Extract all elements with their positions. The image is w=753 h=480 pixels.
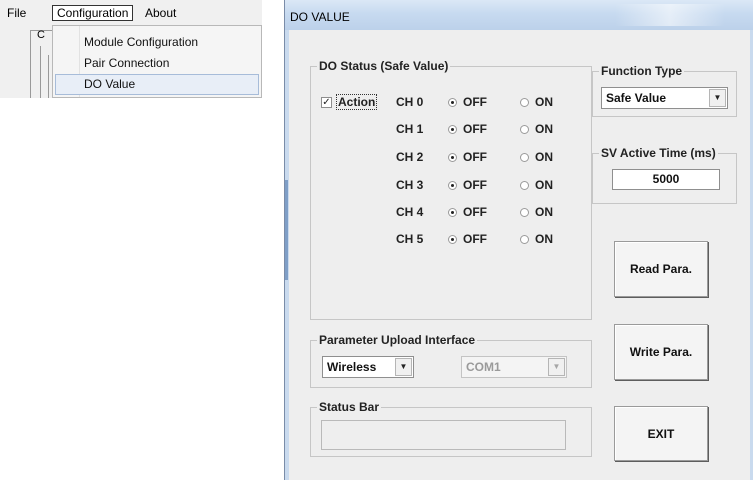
menu-file[interactable]: File — [4, 5, 29, 21]
channel-label: CH 1 — [396, 122, 424, 136]
menu-item-pair-connection[interactable]: Pair Connection — [55, 53, 259, 74]
checkbox-check-icon: ✓ — [321, 96, 332, 108]
read-para-button[interactable]: Read Para. — [614, 241, 708, 297]
radio-selected-icon — [448, 180, 457, 190]
radio-unselected-icon — [520, 152, 529, 162]
radio-unselected-icon — [520, 234, 529, 244]
function-type-select[interactable]: Safe Value ▼ — [601, 87, 728, 109]
ch2-on-radio[interactable]: ON — [520, 150, 553, 164]
write-para-button[interactable]: Write Para. — [614, 324, 708, 380]
action-checkbox[interactable]: ✓ Action — [321, 94, 378, 110]
menu-item-module-configuration[interactable]: Module Configuration — [55, 32, 259, 53]
dialog-title: DO VALUE — [290, 10, 350, 24]
title-bar-glare — [615, 4, 725, 26]
channel-label: CH 2 — [396, 150, 424, 164]
radio-unselected-icon — [520, 207, 529, 217]
ch4-off-radio[interactable]: OFF — [448, 205, 487, 219]
do-value-dialog: DO VALUE DO Status (Safe Value) ✓ Action… — [284, 0, 753, 480]
com-port-value: COM1 — [466, 360, 501, 374]
dialog-frame-left — [285, 30, 289, 480]
ch1-on-radio[interactable]: ON — [520, 122, 553, 136]
status-bar-label: Status Bar — [317, 400, 382, 414]
menu-screenshot: File Configuration About C Module Config… — [0, 0, 262, 98]
background-partial-text: C — [37, 29, 45, 41]
ch3-off-radio[interactable]: OFF — [448, 178, 487, 192]
dialog-title-bar: DO VALUE — [285, 0, 753, 30]
do-status-group: DO Status (Safe Value) ✓ Action CH 0 OFF… — [310, 59, 592, 320]
status-bar-field — [321, 420, 566, 450]
menu-about[interactable]: About — [142, 5, 179, 21]
radio-selected-icon — [448, 234, 457, 244]
channel-label: CH 4 — [396, 205, 424, 219]
menu-configuration[interactable]: Configuration — [52, 5, 134, 21]
ch0-on-radio[interactable]: ON — [520, 95, 553, 109]
channel-row: CH 1 OFF ON — [396, 122, 586, 138]
channel-row: CH 5 OFF ON — [396, 232, 586, 248]
sv-active-time-input[interactable]: 5000 — [612, 169, 720, 190]
ch5-on-radio[interactable]: ON — [520, 232, 553, 246]
parameter-upload-group: Parameter Upload Interface Wireless ▼ CO… — [310, 333, 592, 388]
menu-bar: File Configuration About — [0, 0, 262, 25]
configuration-dropdown-menu: Module Configuration Pair Connection DO … — [52, 25, 262, 98]
menu-item-do-value[interactable]: DO Value — [55, 74, 259, 95]
radio-selected-icon — [448, 152, 457, 162]
chevron-down-icon: ▼ — [548, 358, 565, 376]
ch4-on-radio[interactable]: ON — [520, 205, 553, 219]
radio-unselected-icon — [520, 180, 529, 190]
action-label: Action — [336, 94, 378, 110]
channel-label: CH 5 — [396, 232, 424, 246]
function-type-group: Function Type Safe Value ▼ — [592, 64, 737, 117]
channel-row: CH 4 OFF ON — [396, 205, 586, 221]
radio-selected-icon — [448, 124, 457, 134]
chevron-down-icon: ▼ — [395, 358, 412, 376]
radio-selected-icon — [448, 207, 457, 217]
sv-active-time-label: SV Active Time (ms) — [599, 146, 718, 160]
radio-unselected-icon — [520, 124, 529, 134]
ch0-off-radio[interactable]: OFF — [448, 95, 487, 109]
radio-selected-icon — [448, 97, 457, 107]
exit-button[interactable]: EXIT — [614, 406, 708, 461]
ch5-off-radio[interactable]: OFF — [448, 232, 487, 246]
parameter-upload-label: Parameter Upload Interface — [317, 333, 478, 347]
function-type-value: Safe Value — [606, 91, 667, 105]
sv-active-time-group: SV Active Time (ms) 5000 — [592, 146, 737, 204]
channel-row: CH 0 OFF ON — [396, 95, 586, 111]
ch3-on-radio[interactable]: ON — [520, 178, 553, 192]
channel-row: CH 3 OFF ON — [396, 178, 586, 194]
ch1-off-radio[interactable]: OFF — [448, 122, 487, 136]
function-type-label: Function Type — [599, 64, 685, 78]
chevron-down-icon: ▼ — [709, 89, 726, 107]
ch2-off-radio[interactable]: OFF — [448, 150, 487, 164]
com-port-select[interactable]: COM1 ▼ — [461, 356, 567, 378]
do-status-label: DO Status (Safe Value) — [317, 59, 451, 73]
radio-unselected-icon — [520, 97, 529, 107]
channel-row: CH 2 OFF ON — [396, 150, 586, 166]
channel-label: CH 0 — [396, 95, 424, 109]
interface-value: Wireless — [327, 360, 377, 374]
status-bar-group: Status Bar — [310, 400, 592, 457]
interface-select[interactable]: Wireless ▼ — [322, 356, 414, 378]
channel-label: CH 3 — [396, 178, 424, 192]
